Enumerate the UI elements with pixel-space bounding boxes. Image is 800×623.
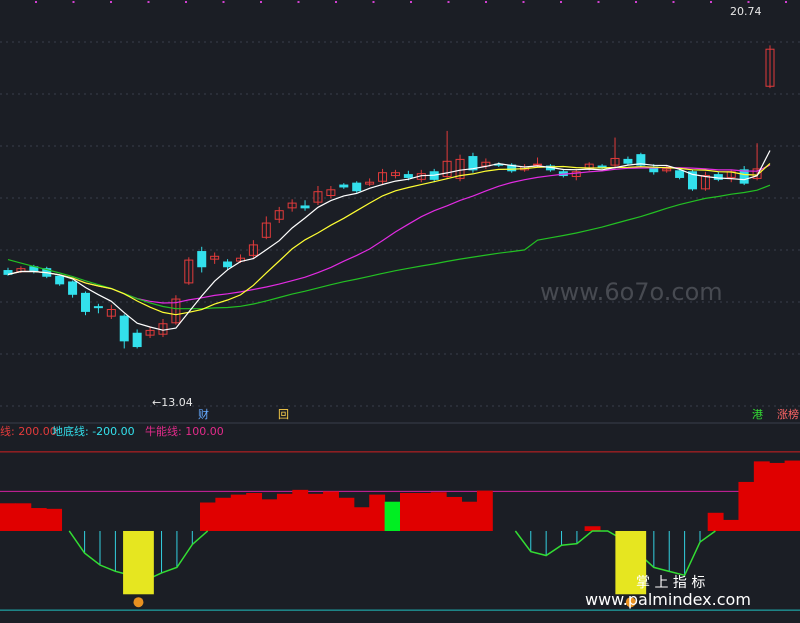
candle-down [675,170,685,178]
indicator-bar [200,502,216,531]
top-dot [560,1,562,3]
marker-gang[interactable]: 港 [752,408,763,421]
legend-item-2: 地底线: -200.00 [52,424,135,438]
indicator-bar [446,496,463,531]
legend-item-3: 牛能线: 100.00 [145,424,224,438]
indicator-bar [476,490,493,531]
indicator-bar [753,461,770,531]
high-price-label: 20.74 [730,5,762,18]
indicator-bar [246,493,263,531]
indicator-bar [784,460,800,531]
top-dot [672,1,675,3]
candle-down [352,182,362,192]
candle-down [132,332,142,348]
top-dot [335,1,337,3]
candle-down [55,275,65,285]
top-dot [372,1,375,3]
candle-down [403,174,413,178]
indicator-bar [430,492,447,531]
top-dot [597,1,600,3]
brand-label: 掌 上 指 标 [636,575,705,591]
top-dot [447,1,450,3]
candle-down [119,315,129,342]
candle-down [339,184,349,188]
indicator-bar [15,503,32,531]
candle-down [623,158,633,164]
top-dot [710,1,712,3]
indicator-bar [707,512,724,531]
top-dot [297,1,300,3]
marker-zhangting[interactable]: 涨榜 [777,407,799,421]
candle-down [223,261,233,268]
top-dot [785,1,787,3]
top-dot [485,1,487,3]
indicator-bar [723,519,739,531]
top-dot [110,1,112,3]
top-dot [35,1,37,3]
indicator-bar [769,462,786,531]
top-dot [635,1,637,3]
indicator-bar [353,507,370,531]
candle-down [93,306,103,309]
signal-dot [133,597,144,608]
indicator-bar [338,497,355,531]
indicator-bar [46,508,63,531]
indicator-bar [738,481,755,531]
indicator-bar [215,497,232,531]
indicator-bar [323,491,339,531]
candle-down [197,251,207,268]
indicator-bar [415,493,432,531]
price-panel [0,1,800,424]
top-dot [747,1,750,3]
indicator-bar [230,494,247,531]
candle-down [68,281,78,295]
top-dot [522,1,525,3]
top-dot [185,1,187,3]
legend-item-1: 线: 200.00 [0,424,57,438]
indicator-bar [292,489,309,531]
indicator-bar [0,503,16,531]
stock-chart: 20.74 ←13.04 财 回 港 涨榜 www.6o7o.com 线: 20… [0,1,800,611]
candle-up [533,163,543,166]
brand-url: www.palmindex.com [585,590,751,609]
top-dot [72,1,75,3]
watermark: www.6o7o.com [540,278,723,306]
indicator-bar [369,494,386,531]
indicator-bar [384,501,401,531]
marker-cai[interactable]: 财 [198,407,209,421]
indicator-bar [400,493,416,531]
signal-bar [123,530,154,595]
candle-down [300,205,310,209]
candle-down [739,169,749,184]
marker-hui[interactable]: 回 [278,408,289,421]
low-price-label: ←13.04 [152,396,193,409]
top-dot [222,1,225,3]
indicator-bar [30,508,47,531]
indicator-bar [276,493,293,531]
indicator-bar [261,499,278,531]
top-dot [260,1,262,3]
top-dot [147,1,150,3]
top-dot [410,1,412,3]
indicator-bar [461,501,478,531]
indicator-bar [307,493,324,531]
candle-down [80,292,90,312]
